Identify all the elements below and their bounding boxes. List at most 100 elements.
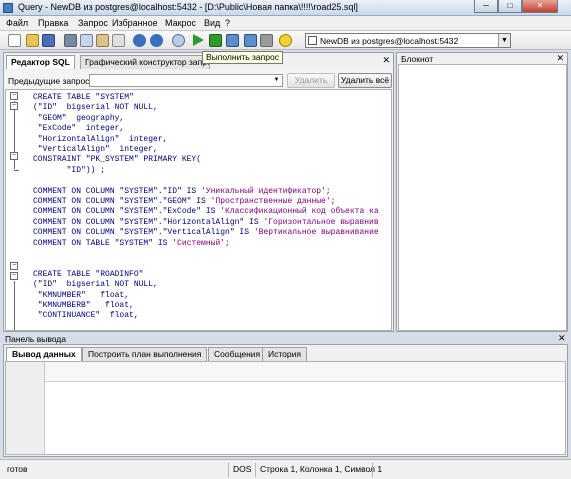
close-icon[interactable]: ✕ (382, 55, 390, 66)
code-line: CREATE TABLE "SYSTEM" (33, 93, 134, 102)
open-folder-icon[interactable] (26, 34, 39, 47)
code-line: "KMNUMBER" float, (33, 290, 130, 300)
copy-icon[interactable] (80, 34, 93, 47)
menu-macro[interactable]: Макрос (165, 18, 196, 28)
tab-explain-plan[interactable]: Построить план выполнения (82, 347, 208, 361)
fold-toggle-icon[interactable]: − (10, 272, 18, 280)
window-title: Query - NewDB из postgres@localhost:5432… (18, 2, 358, 12)
code-line: COMMENT ON TABLE "SYSTEM" IS 'Системный'… (33, 239, 230, 249)
chevron-down-icon[interactable]: ▼ (271, 75, 282, 86)
code-token: COMMENT ON COLUMN "SYSTEM"."VerticalAlig… (33, 228, 254, 238)
toolbar: NewDB из postgres@localhost:5432 ▼ (0, 31, 571, 50)
previous-queries-label: Предыдущие запросы (8, 76, 96, 86)
tab-graphical-builder[interactable]: Графический конструктор запросов (80, 55, 210, 69)
code-line: "ExCode" integer, (33, 124, 125, 134)
code-line: "GEOM" geography, (33, 113, 125, 123)
code-token: COMMENT ON COLUMN "SYSTEM"."ExCode" IS (33, 207, 221, 217)
close-icon[interactable]: ✕ (558, 333, 566, 344)
maximize-button[interactable]: □ (498, 0, 522, 13)
code-string-literal: 'Классификационный код объекта ка (220, 207, 379, 217)
close-icon[interactable]: ✕ (556, 53, 564, 64)
redo-icon[interactable] (150, 34, 163, 47)
tab-messages[interactable]: Сообщения (208, 347, 267, 361)
status-position: Строка 1, Колонка 1, Символ 1 (255, 463, 386, 477)
menu-favorites[interactable]: Избранное (112, 18, 158, 28)
chevron-down-icon[interactable]: ▼ (498, 34, 510, 47)
code-line: "HorizontalAlign" integer, (33, 134, 168, 144)
code-line: ("ID" bigserial NOT NULL, (33, 103, 158, 113)
output-panel: Вывод данных Построить план выполнения С… (3, 344, 568, 457)
connection-select[interactable]: NewDB из postgres@localhost:5432 ▼ (305, 33, 511, 48)
data-output-grid[interactable] (5, 361, 566, 455)
output-panel-title: Панель вывода (5, 334, 66, 344)
code-line: "ID")) ; (33, 165, 106, 175)
new-file-icon[interactable] (8, 34, 21, 47)
code-string-literal: 'Вертикальное выравнивание (253, 228, 379, 238)
status-bar: готов DOS Строка 1, Колонка 1, Символ 1 (0, 459, 571, 479)
grid-row-header (6, 362, 45, 454)
connection-checkbox[interactable] (308, 36, 317, 45)
menu-file[interactable]: Файл (6, 18, 28, 28)
delete-button[interactable]: Удалить (287, 73, 335, 88)
fold-toggle-icon[interactable]: − (10, 102, 18, 110)
code-token: COMMENT ON COLUMN "SYSTEM"."GEOM" IS (33, 197, 211, 206)
fold-toggle-icon[interactable]: − (10, 262, 18, 270)
code-line: COMMENT ON COLUMN "SYSTEM"."HorizontalAl… (33, 218, 379, 228)
delete-all-button[interactable]: Удалить всё (338, 73, 392, 88)
menu-edit[interactable]: Правка (38, 18, 68, 28)
tab-data-output[interactable]: Вывод данных (6, 347, 82, 361)
execute-query-icon[interactable] (193, 34, 204, 46)
execute-tooltip: Выполнить запрос (202, 51, 283, 64)
connection-value: NewDB из postgres@localhost:5432 (320, 36, 459, 46)
code-line: COMMENT ON COLUMN "SYSTEM"."ID" IS 'Уник… (33, 187, 331, 197)
save-icon[interactable] (42, 34, 55, 47)
fold-toggle-icon[interactable]: − (10, 92, 18, 100)
previous-queries-select[interactable]: ▼ (89, 74, 283, 87)
code-token: COMMENT ON TABLE "SYSTEM" IS (33, 238, 173, 248)
code-line: COMMENT ON COLUMN "SYSTEM"."VerticalAlig… (33, 228, 379, 238)
menu-query[interactable]: Запрос (78, 18, 108, 28)
code-line: "VerticalAlign" integer, (33, 145, 158, 154)
tab-history[interactable]: История (262, 347, 307, 361)
execute-to-file-icon[interactable] (209, 34, 222, 47)
paste-icon[interactable] (96, 34, 109, 47)
help-icon[interactable] (279, 34, 292, 47)
fold-margin: − − − − − (6, 90, 28, 330)
code-line: CREATE TABLE "ROADINFO" (33, 269, 144, 279)
grid-header-row (6, 362, 565, 382)
notepad-textarea[interactable] (398, 64, 567, 331)
close-button[interactable]: ✕ (522, 0, 558, 13)
explain-analyze-icon[interactable] (244, 34, 257, 47)
code-string-literal: 'Горизонтальное выравнив (263, 217, 379, 227)
menu-help[interactable]: ? (225, 18, 230, 28)
code-string-literal: 'Системный'; (172, 238, 230, 248)
sql-editor-panel: Редактор SQL Графический конструктор зап… (3, 52, 394, 332)
menu-bar: Файл Правка Запрос Избранное Макрос Вид … (0, 16, 571, 31)
code-token: COMMENT ON COLUMN "SYSTEM"."ID" IS (33, 186, 202, 196)
previous-queries-bar: Предыдущие запросы ▼ Удалить Удалить всё (4, 70, 393, 90)
status-encoding: DOS (228, 463, 255, 477)
tab-sql-editor[interactable]: Редактор SQL (6, 55, 75, 69)
eraser-icon[interactable] (112, 34, 125, 47)
sql-code-area[interactable]: − − − − − CREATE TABLE "SYSTEM" ("ID" big… (5, 89, 392, 331)
code-line: ("ID" bigserial NOT NULL, (33, 280, 158, 290)
status-state: готов (7, 464, 28, 474)
code-line: "CONTINUANCE" float, (33, 311, 139, 321)
explain-plan-icon[interactable] (226, 34, 239, 47)
find-icon[interactable] (172, 34, 185, 47)
stop-icon[interactable] (260, 34, 273, 47)
code-string-literal: 'Пространственные данные'; (210, 197, 336, 206)
code-string-literal: 'Уникальный идентификатор'; (201, 186, 331, 196)
fold-line (14, 281, 15, 330)
notepad-panel: Блокнот ✕ (396, 52, 568, 332)
menu-view[interactable]: Вид (204, 18, 220, 28)
fold-end (14, 170, 19, 171)
title-bar: Query - NewDB из postgres@localhost:5432… (0, 0, 571, 16)
print-icon[interactable] (64, 34, 77, 47)
status-extra (372, 463, 568, 477)
undo-icon[interactable] (133, 34, 146, 47)
app-icon (3, 3, 13, 13)
minimize-button[interactable]: ─ (474, 0, 498, 13)
fold-toggle-icon[interactable]: − (10, 152, 18, 160)
code-line: COMMENT ON COLUMN "SYSTEM"."GEOM" IS 'Пр… (33, 197, 335, 207)
